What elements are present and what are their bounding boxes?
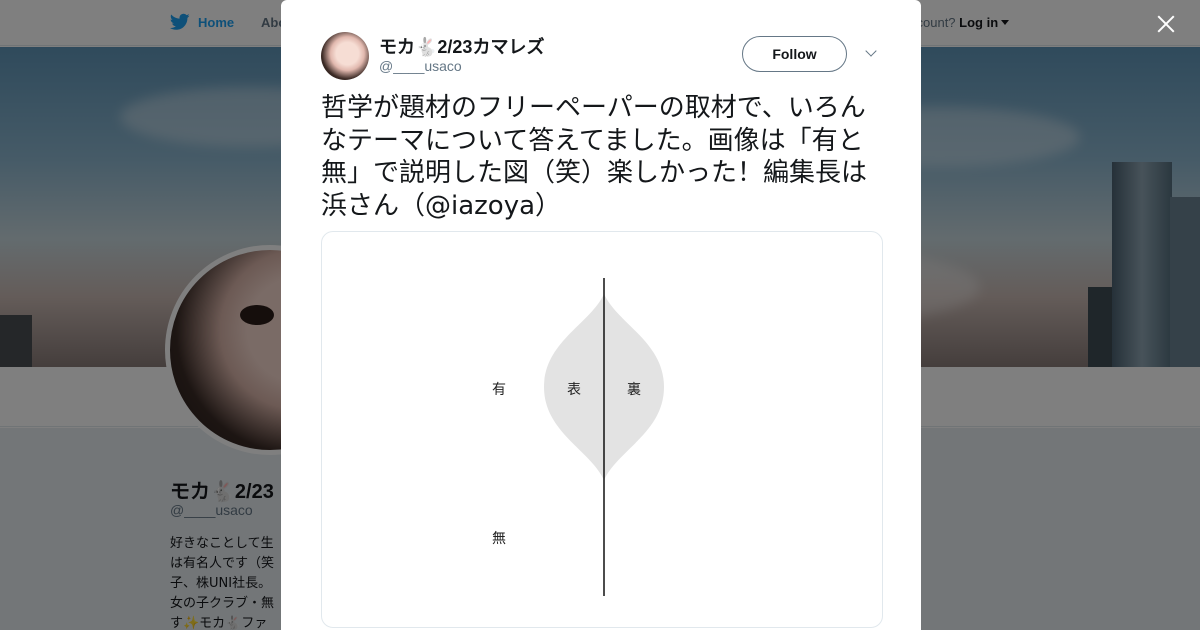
chevron-down-icon[interactable] [865,46,879,60]
tweet-modal: モカ🐇2/23カマレズ @____usaco Follow 哲学が題材のフリーペ… [281,0,921,630]
author-avatar[interactable] [321,32,369,80]
tweet-image[interactable]: 有 無 表 裏 [321,231,883,628]
follow-button[interactable]: Follow [742,36,847,72]
label-front: 表 [567,382,581,398]
close-icon[interactable] [1154,12,1178,36]
label-nothingness: 無 [492,531,506,547]
tweet-text: 哲学が題材のフリーペーパーの取材で、いろんなテーマについて答えてました。画像は「… [321,93,868,221]
existence-diagram [544,278,664,596]
author-handle[interactable]: @____usaco [379,58,462,74]
author-name[interactable]: モカ🐇2/23カマレズ [379,33,544,59]
label-back: 裏 [627,382,641,398]
label-existence: 有 [492,382,506,398]
